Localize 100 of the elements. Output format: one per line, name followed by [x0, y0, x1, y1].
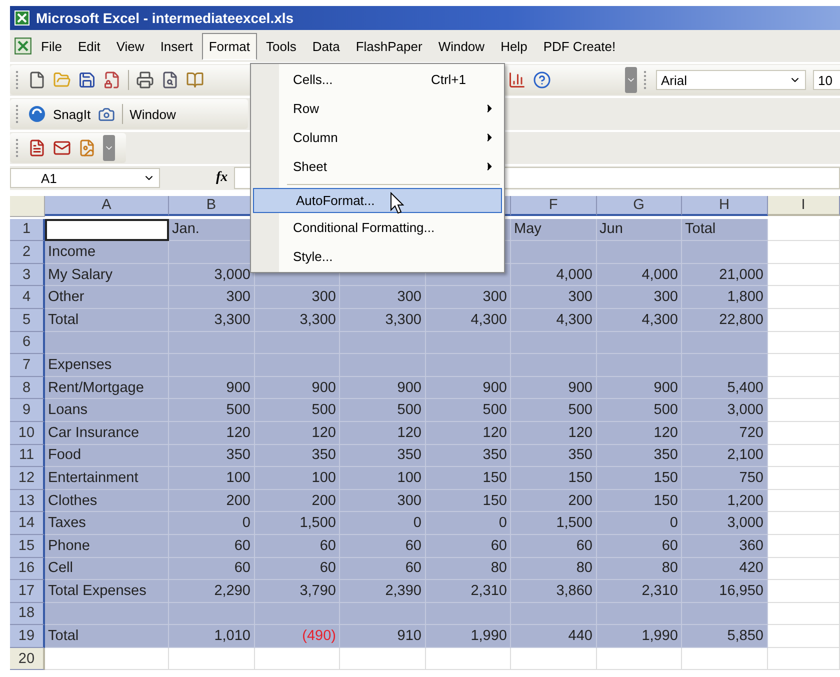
menu-item[interactable]: Format: [202, 32, 257, 60]
capture-mode-label[interactable]: Window: [130, 106, 176, 122]
table-cell: 120: [340, 422, 426, 445]
printer-icon[interactable]: [136, 71, 154, 89]
table-cell: 300: [596, 286, 682, 309]
camera-icon[interactable]: [98, 106, 115, 122]
row-header[interactable]: 6: [10, 332, 45, 354]
row-header[interactable]: 10: [10, 422, 45, 445]
row-header[interactable]: 8: [10, 376, 45, 400]
spreadsheet-icon[interactable]: [14, 37, 32, 55]
book-icon[interactable]: [186, 71, 204, 89]
row-header[interactable]: 1: [10, 218, 45, 242]
table-cell: 900: [254, 376, 340, 400]
swirl-icon[interactable]: [28, 105, 46, 123]
row-header[interactable]: 12: [10, 467, 45, 490]
table-cell: 60: [511, 534, 596, 558]
row-header[interactable]: 15: [10, 534, 45, 558]
row-header[interactable]: 2: [10, 241, 45, 264]
table-cell: Car Insurance: [45, 422, 169, 445]
new-document-icon[interactable]: [28, 71, 46, 89]
table-cell: May: [511, 218, 596, 242]
table-cell: Total: [682, 218, 768, 242]
snagit-label[interactable]: SnagIt: [53, 106, 91, 122]
column-header[interactable]: G: [596, 196, 682, 216]
table-cell: 2,290: [169, 580, 254, 603]
table-cell: 360: [682, 534, 768, 558]
document-lock-icon[interactable]: [103, 71, 121, 89]
column-header[interactable]: A: [45, 196, 169, 216]
menu-item[interactable]: File: [34, 32, 69, 60]
font-field[interactable]: Arial: [656, 70, 806, 90]
table-cell: 150: [426, 467, 511, 490]
table-cell: 3,000: [169, 264, 254, 286]
row-header[interactable]: 19: [10, 625, 45, 648]
row-header[interactable]: 3: [10, 264, 45, 286]
menu-item[interactable]: Cells... Ctrl+1: [251, 65, 504, 94]
table-cell: 150: [511, 467, 596, 490]
row-header[interactable]: 14: [10, 512, 45, 535]
save-icon[interactable]: [78, 71, 96, 89]
table-cell: 200: [169, 490, 254, 512]
font-size-field[interactable]: 10: [813, 70, 840, 90]
menu-item[interactable]: Tools: [259, 32, 304, 60]
table-cell: 4,000: [511, 264, 596, 286]
table-cell: 5,400: [682, 376, 768, 400]
table-cell: 80: [596, 558, 682, 580]
row-header[interactable]: 16: [10, 558, 45, 580]
row-header[interactable]: 7: [10, 354, 45, 377]
menu-item[interactable]: Data: [305, 32, 347, 60]
menu-item[interactable]: Help: [494, 32, 534, 60]
toolbar-options-button[interactable]: [625, 67, 637, 93]
table-cell: Rent/Mortgage: [45, 376, 169, 400]
column-header[interactable]: I: [768, 196, 840, 216]
table-cell: 60: [169, 558, 254, 580]
table-cell: Entertainment: [45, 467, 169, 490]
menu-item[interactable]: Insert: [153, 32, 200, 60]
column-header[interactable]: F: [511, 196, 596, 216]
table-cell: 0: [169, 512, 254, 535]
chart-icon[interactable]: [508, 71, 526, 89]
table-cell: 150: [596, 467, 682, 490]
table-cell: 2,100: [682, 444, 768, 468]
pdf-icon[interactable]: [28, 139, 46, 157]
table-cell: 200: [254, 490, 340, 512]
row-header[interactable]: 9: [10, 399, 45, 422]
table-cell: 120: [426, 422, 511, 445]
table-cell: 300: [340, 490, 426, 512]
row-header[interactable]: 5: [10, 308, 45, 332]
table-cell: 3,000: [682, 512, 768, 535]
row-header[interactable]: 11: [10, 444, 45, 468]
menu-item[interactable]: PDF Create!: [536, 32, 623, 60]
toolbar-options-button[interactable]: [103, 135, 115, 161]
table-cell: 500: [426, 399, 511, 422]
row-header[interactable]: 17: [10, 580, 45, 603]
table-cell: 500: [596, 399, 682, 422]
column-header[interactable]: H: [682, 196, 768, 216]
table-cell: Other: [45, 286, 169, 309]
pdf-mail-icon[interactable]: [53, 139, 71, 157]
table-cell: 350: [169, 444, 254, 468]
table-cell: 350: [511, 444, 596, 468]
table-cell: Clothes: [45, 490, 169, 512]
name-box[interactable]: A1: [10, 168, 160, 188]
menu-item[interactable]: Column: [251, 123, 504, 152]
menu-item[interactable]: Sheet: [251, 152, 504, 181]
row-header[interactable]: 13: [10, 490, 45, 512]
table-cell: 350: [254, 444, 340, 468]
help-icon[interactable]: [533, 71, 551, 89]
table-cell: Food: [45, 444, 169, 468]
menu-item[interactable]: FlashPaper: [348, 32, 430, 60]
menu-item[interactable]: View: [109, 32, 152, 60]
menu-item[interactable]: AutoFormat...: [253, 188, 502, 213]
print-preview-icon[interactable]: [161, 71, 179, 89]
row-header[interactable]: 20: [10, 648, 45, 670]
row-header[interactable]: 4: [10, 286, 45, 309]
menu-item[interactable]: Row: [251, 94, 504, 123]
row-header[interactable]: 18: [10, 602, 45, 626]
table-cell: 3,300: [254, 308, 340, 332]
pdf-image-icon[interactable]: [78, 139, 96, 157]
function-label[interactable]: fx: [216, 170, 228, 186]
window-title: Microsoft Excel - intermediateexcel.xls: [36, 10, 294, 26]
menu-item[interactable]: Edit: [70, 32, 108, 60]
menu-item[interactable]: Window: [431, 32, 492, 60]
table-cell: 4,300: [426, 308, 511, 332]
